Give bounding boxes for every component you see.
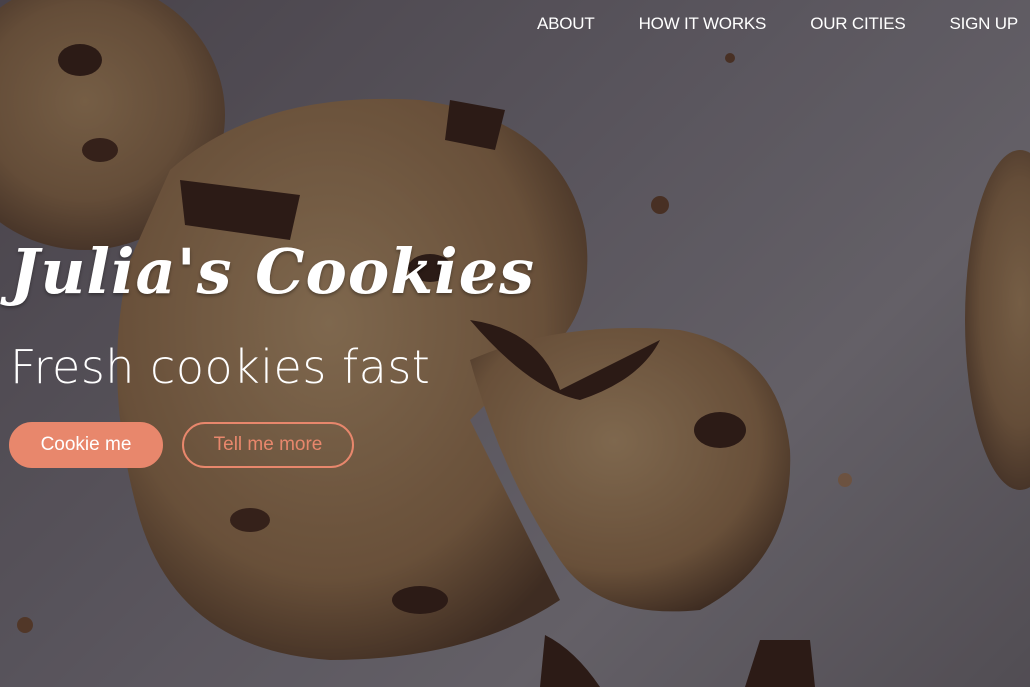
nav-link-about[interactable]: ABOUT [493,12,595,36]
tell-me-more-button[interactable]: Tell me more [182,422,354,468]
cta-group: Cookie me Tell me more [9,422,354,468]
cookie-me-button[interactable]: Cookie me [9,422,163,468]
hero-section: ABOUT HOW IT WORKS OUR CITIES SIGN UP Ju… [0,0,1030,687]
nav-link-how-it-works[interactable]: HOW IT WORKS [595,12,767,36]
brand-title: Julia's Cookies [10,235,536,308]
main-nav: ABOUT HOW IT WORKS OUR CITIES SIGN UP [493,12,1018,36]
nav-link-sign-up[interactable]: SIGN UP [905,12,1018,36]
nav-link-our-cities[interactable]: OUR CITIES [766,12,905,36]
hero-subtitle: Fresh cookies fast [10,340,431,394]
